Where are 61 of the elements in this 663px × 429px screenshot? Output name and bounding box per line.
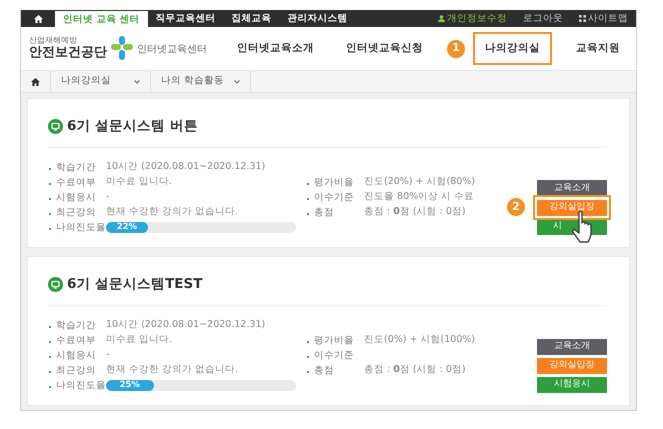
detail-value: 총점 : 0점 (시험 : 0점) [364,205,466,220]
detail-value: 진도율 80%이상 시 수료 [364,190,474,204]
detail-label: 학습기간 [48,162,96,173]
top-tab[interactable]: 직무교육센터 [148,10,224,27]
course-title: 6기 설문시스템TEST [67,275,202,294]
top-tab[interactable]: 집체교육 [224,10,280,27]
detail-value: 총점 : 0점 (시험 : 0점) [364,363,466,378]
callout-number: 1 [447,40,465,58]
logo-subtitle: 인터넷교육센터 [137,42,207,57]
progress-fill: 25% [106,380,154,391]
detail-label: 평가비율 [306,334,354,346]
detail-value: 현재 수강한 강의가 없습니다. [106,205,238,220]
detail-value: - [106,190,110,204]
breadcrumb-dropdown[interactable]: 나의 학습활동 [151,71,251,92]
home-icon[interactable] [34,14,42,22]
user-icon [438,15,445,22]
course-button[interactable]: 교육소개 [537,339,607,355]
detail-value: 10시간 (2020.08.01~2020.12.31) [106,160,266,174]
logo-text: 안전보건공단 [29,46,107,61]
nav-link[interactable]: 인터넷교육소개 [229,36,322,62]
detail-label: 시험응시 [48,192,96,203]
detail-label: 학습기간 [48,320,96,331]
detail-label: 총점 [306,206,334,218]
course-button[interactable]: 교육소개 [537,180,607,196]
detail-label: 이수기준 [306,350,354,361]
detail-label: 최근강의 [48,364,96,376]
detail-label: 나의진도율 [48,380,106,391]
detail-value: 10시간 (2020.08.01~2020.12.31) [106,318,266,332]
detail-label: 수료여부 [48,176,96,188]
monitor-icon [48,276,63,292]
home-icon[interactable] [31,78,40,86]
detail-value: 현재 수강한 강의가 없습니다. [106,363,238,378]
logo-icon [111,36,133,60]
grid-icon [579,15,586,22]
top-link[interactable]: 개인정보수정 [430,10,515,27]
chevron-down-icon [234,80,240,84]
nav-link[interactable]: 인터넷교육신청 [338,36,431,62]
breadcrumb-dropdown[interactable]: 나의강의실 [51,71,151,92]
detail-label: 이수기준 [306,192,354,203]
top-link[interactable]: 사이트맵 [571,10,636,27]
detail-label: 수료여부 [48,334,96,346]
detail-value: 미수료 입니다. [106,333,172,348]
nav-link[interactable]: 나의강의실 [477,36,548,62]
detail-value: - [106,348,110,362]
detail-label: 시험응시 [48,350,96,361]
detail-label: 나의진도율 [48,222,106,233]
detail-label: 최근강의 [48,206,96,218]
callout-number: 2 [507,198,525,216]
detail-label: 총점 [306,364,334,376]
monitor-icon [48,118,63,134]
detail-value: 진도(0%) + 시험(100%) [364,333,476,348]
logo-tagline: 산업재해예방 [29,37,78,46]
nav-link[interactable]: 교육지원 [568,36,628,62]
top-tab[interactable]: 관리자시스템 [280,10,356,27]
top-link[interactable]: 로그아웃 [515,10,571,27]
detail-value: 미수료 입니다. [106,175,172,190]
detail-value: 진도(20%) + 시험(80%) [364,175,476,190]
course-title: 6기 설문시스템 버튼 [67,117,198,136]
detail-label: 평가비율 [306,176,354,188]
chevron-down-icon [134,80,140,84]
progress-fill: 22% [106,222,148,233]
